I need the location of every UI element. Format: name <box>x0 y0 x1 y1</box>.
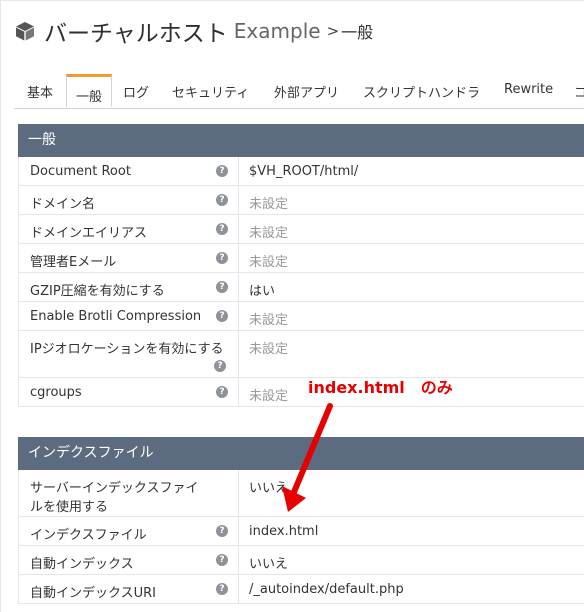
row-value: /_autoindex/default.php <box>249 582 404 597</box>
row-value: いいえ <box>249 557 289 572</box>
tab-security[interactable]: セキュリティ <box>172 82 249 101</box>
tab-script-handler[interactable]: スクリプトハンドラ <box>363 82 480 101</box>
setting-row-document-root: Document Root? $VH_ROOT/html/ <box>18 157 584 186</box>
breadcrumb-current: 一般 <box>341 23 374 42</box>
row-label: ドメイン名? <box>19 186 239 214</box>
row-label: サーバーインデックスファイルを使用する <box>19 470 239 516</box>
setting-row-auto-index: 自動インデックス? いいえ <box>18 546 584 575</box>
help-icon[interactable]: ? <box>216 386 228 398</box>
setting-row-domain-alias: ドメインエイリアス? 未設定 <box>18 215 584 244</box>
row-label: 管理者Eメール? <box>19 244 239 272</box>
help-icon[interactable]: ? <box>216 281 228 293</box>
tab-external-app[interactable]: 外部アプリ <box>274 82 339 101</box>
setting-row-gzip: GZIP圧縮を有効にする? はい <box>18 273 584 302</box>
general-section-header: 一般 <box>18 124 584 157</box>
row-value: 未設定 <box>249 342 289 357</box>
row-label: Document Root? <box>19 157 239 185</box>
setting-row-domain-name: ドメイン名? 未設定 <box>18 186 584 215</box>
setting-row-index-files: インデクスファイル? index.html <box>18 517 584 546</box>
row-value: index.html <box>249 524 319 539</box>
row-label: cgroups? <box>19 378 239 406</box>
help-icon[interactable]: ? <box>216 223 228 235</box>
window-top-border <box>0 0 584 1</box>
help-icon[interactable]: ? <box>216 525 228 537</box>
page-header: バーチャルホスト Example > 一般 <box>14 14 373 48</box>
box-icon <box>16 22 34 41</box>
tab-general[interactable]: 一般 <box>66 74 112 107</box>
tab-bar: 基本 一般 ログ セキュリティ 外部アプリ スクリプトハンドラ Rewrite … <box>14 74 584 109</box>
row-value: 未設定 <box>249 313 289 328</box>
annotation-arrow <box>282 403 333 512</box>
row-label: 自動インデックスURI? <box>19 575 239 603</box>
breadcrumb-separator: > <box>326 22 340 40</box>
help-icon[interactable]: ? <box>216 310 228 322</box>
row-value: 未設定 <box>249 197 289 212</box>
vhost-name: Example <box>233 19 321 43</box>
row-label: IPジオロケーションを有効にする? <box>19 331 239 377</box>
setting-row-auto-index-uri: 自動インデックスURI? /_autoindex/default.php <box>18 575 584 604</box>
page-title: バーチャルホスト <box>44 21 228 47</box>
general-section: 一般 Document Root? $VH_ROOT/html/ ドメイン名? … <box>18 124 584 407</box>
help-icon[interactable]: ? <box>216 165 228 177</box>
tab-rewrite[interactable]: Rewrite <box>504 82 553 97</box>
row-value: はい <box>249 284 276 299</box>
help-icon[interactable]: ? <box>214 360 226 372</box>
row-value: 未設定 <box>249 255 289 270</box>
help-icon[interactable]: ? <box>216 583 228 595</box>
setting-row-admin-email: 管理者Eメール? 未設定 <box>18 244 584 273</box>
row-value: 未設定 <box>249 226 289 241</box>
row-label: ドメインエイリアス? <box>19 215 239 243</box>
row-label: 自動インデックス? <box>19 546 239 574</box>
window-left-border <box>0 0 1 612</box>
row-label: GZIP圧縮を有効にする? <box>19 273 239 301</box>
setting-row-ip-geolocation: IPジオロケーションを有効にする? 未設定 <box>18 331 584 378</box>
setting-row-brotli: Enable Brotli Compression? 未設定 <box>18 302 584 331</box>
row-label: インデクスファイル? <box>19 517 239 545</box>
help-icon[interactable]: ? <box>216 554 228 566</box>
row-value: $VH_ROOT/html/ <box>249 164 359 179</box>
tab-more[interactable]: コ <box>574 82 584 101</box>
help-icon[interactable]: ? <box>216 194 228 206</box>
row-label: Enable Brotli Compression? <box>19 302 239 330</box>
annotation-text: index.html のみ <box>308 378 453 397</box>
help-icon[interactable]: ? <box>216 252 228 264</box>
tab-log[interactable]: ログ <box>123 82 149 101</box>
tab-basic[interactable]: 基本 <box>27 82 53 101</box>
